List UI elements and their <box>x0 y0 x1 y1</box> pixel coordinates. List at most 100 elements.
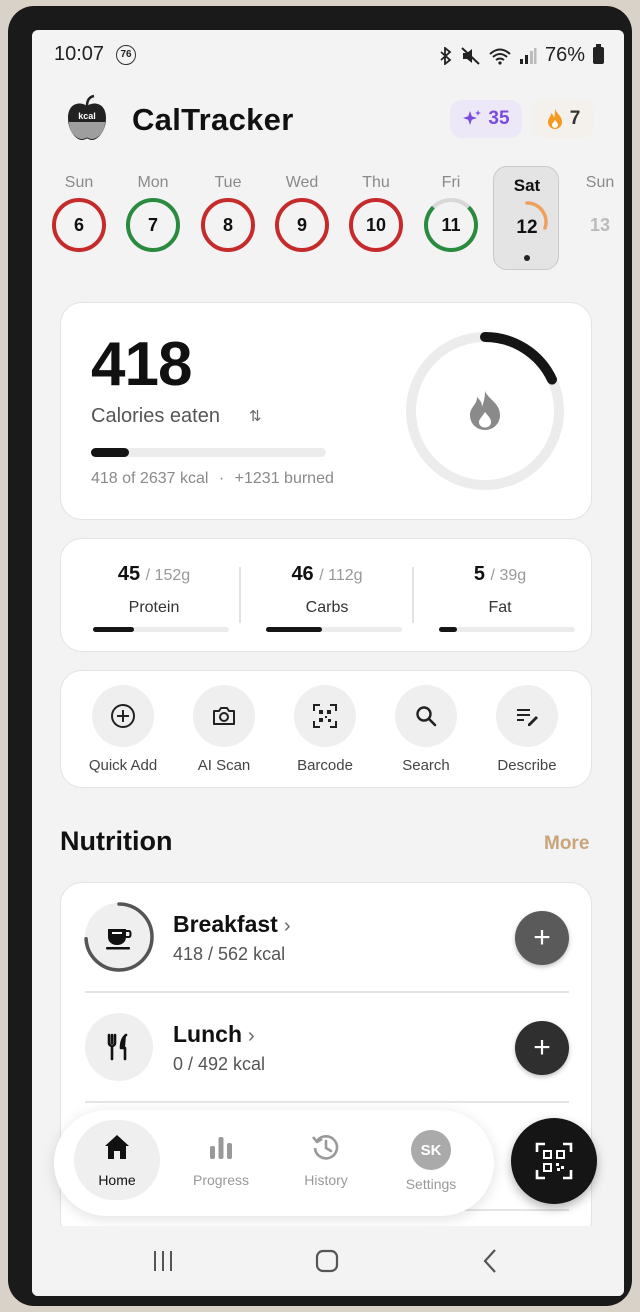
meal-kcal: 418 / 562 kcal <box>173 944 286 964</box>
meal-icon-wrap <box>84 902 154 972</box>
macro-goal: / 112g <box>319 567 363 584</box>
recents-icon[interactable] <box>148 1246 178 1276</box>
add-breakfast-button[interactable]: + <box>515 911 569 965</box>
flame-icon <box>470 391 500 430</box>
notification-badge: 76 <box>116 45 136 65</box>
battery-percent: 76% <box>544 44 585 66</box>
calories-eaten-value: 418 <box>91 330 192 399</box>
meal-icon-wrap <box>85 1013 153 1081</box>
home-icon <box>105 1135 129 1159</box>
system-nav-bar <box>32 1226 624 1296</box>
day-mon[interactable]: Mon 7 <box>121 166 185 266</box>
nav-home[interactable]: Home <box>74 1120 160 1200</box>
day-number: 13 <box>589 214 611 235</box>
back-icon[interactable] <box>476 1246 506 1276</box>
sparkles-icon <box>463 110 482 125</box>
nav-progress[interactable]: Progress <box>178 1120 264 1200</box>
add-lunch-button[interactable]: + <box>515 1021 569 1075</box>
day-name: Mon <box>137 174 169 191</box>
ai-scan-button[interactable]: AI Scan <box>174 685 274 781</box>
macro-bar <box>439 627 575 632</box>
macro-goal: / 39g <box>490 567 527 584</box>
day-name: Sun <box>585 174 615 191</box>
edit-list-icon <box>517 709 538 726</box>
barcode-icon <box>313 704 337 728</box>
macro-name: Carbs <box>305 599 349 616</box>
meal-name: Breakfast › <box>173 911 291 938</box>
action-label: Quick Add <box>88 757 158 774</box>
nav-settings[interactable]: SK Settings <box>388 1120 474 1200</box>
sparkles-count: 35 <box>488 108 510 129</box>
describe-button[interactable]: Describe <box>477 685 577 781</box>
day-sat-selected[interactable]: Sat 12 <box>493 166 559 270</box>
action-circle <box>395 685 457 747</box>
plus-circle-icon <box>111 704 135 728</box>
divider <box>412 567 414 623</box>
day-fri[interactable]: Fri 11 <box>419 166 483 266</box>
bluetooth-icon <box>440 46 452 65</box>
flame-icon <box>547 109 562 129</box>
home-button-icon[interactable] <box>312 1246 342 1276</box>
macro-fat[interactable]: 5 / 39g Fat <box>415 539 585 651</box>
day-name: Tue <box>214 174 242 191</box>
calories-total: 418 of 2637 kcal <box>91 470 209 487</box>
barcode-button[interactable]: Barcode <box>275 685 375 781</box>
signal-icon <box>519 47 537 64</box>
status-bar: 10:07 76 76% <box>32 30 624 80</box>
nav-history[interactable]: History <box>283 1120 369 1200</box>
separator-dot: · <box>218 470 225 487</box>
day-tue[interactable]: Tue 8 <box>196 166 260 266</box>
meal-breakfast[interactable]: Breakfast › 418 / 562 kcal + <box>61 883 591 993</box>
device-frame: 10:07 76 76% kcal CalTracker 35 7 Sun 6 … <box>8 6 632 1306</box>
sparkles-badge[interactable]: 35 <box>450 100 522 138</box>
macro-bar-fill <box>93 627 134 632</box>
meal-name-text: Lunch <box>173 1021 242 1047</box>
week-strip: Sun 6 Mon 7 Tue 8 Wed 9 Thu 10 Fri 11 Sa… <box>32 166 624 276</box>
fork-knife-icon <box>107 1033 128 1061</box>
search-button[interactable]: Search <box>376 685 476 781</box>
more-link[interactable]: More <box>544 833 589 855</box>
quick-add-button[interactable]: Quick Add <box>73 685 173 781</box>
day-number: 10 <box>349 198 403 252</box>
scan-fab-button[interactable] <box>511 1118 597 1204</box>
day-number: 11 <box>424 198 478 252</box>
chevron-right-icon: › <box>248 1025 255 1047</box>
search-icon <box>416 706 437 727</box>
nav-label: History <box>304 1172 348 1188</box>
action-circle <box>294 685 356 747</box>
macro-protein[interactable]: 45 / 152g Protein <box>69 539 239 651</box>
day-name: Sun <box>64 174 94 191</box>
calories-ring <box>406 332 564 490</box>
status-icons: 76% <box>439 44 604 67</box>
day-name: Thu <box>362 174 390 191</box>
avatar: SK <box>411 1130 451 1170</box>
macro-carbs[interactable]: 46 / 112g Carbs <box>242 539 412 651</box>
action-circle <box>496 685 558 747</box>
apple-logo-icon: kcal <box>68 94 106 140</box>
macro-bar <box>266 627 402 632</box>
day-next-sun[interactable]: Sun 13 <box>568 166 624 266</box>
meal-name-text: Breakfast <box>173 911 278 937</box>
macro-amount: 5 <box>473 563 485 585</box>
day-sun[interactable]: Sun 6 <box>47 166 111 266</box>
mute-icon <box>461 46 480 65</box>
action-label: AI Scan <box>197 757 251 774</box>
action-label: Barcode <box>297 757 353 774</box>
streak-count: 7 <box>569 108 581 129</box>
calories-burned: +1231 burned <box>234 470 334 487</box>
macro-bar-fill <box>266 627 322 632</box>
calories-eaten-label: Calories eaten <box>91 405 220 427</box>
meal-lunch[interactable]: Lunch › 0 / 492 kcal + <box>61 993 591 1103</box>
calories-progress-fill <box>91 448 129 457</box>
divider <box>239 567 241 623</box>
swap-arrows-icon[interactable]: ⇅ <box>249 407 262 425</box>
day-name: Sat <box>513 176 541 195</box>
day-number: 6 <box>52 198 106 252</box>
calories-card[interactable]: 418 Calories eaten ⇅ 418 of 2637 kcal · … <box>60 302 592 520</box>
macro-value: 5 / 39g <box>415 563 585 586</box>
day-thu[interactable]: Thu 10 <box>344 166 408 266</box>
day-name: Fri <box>441 174 461 191</box>
day-wed[interactable]: Wed 9 <box>270 166 334 266</box>
macro-amount: 45 <box>117 563 141 585</box>
streak-badge[interactable]: 7 <box>532 100 594 138</box>
